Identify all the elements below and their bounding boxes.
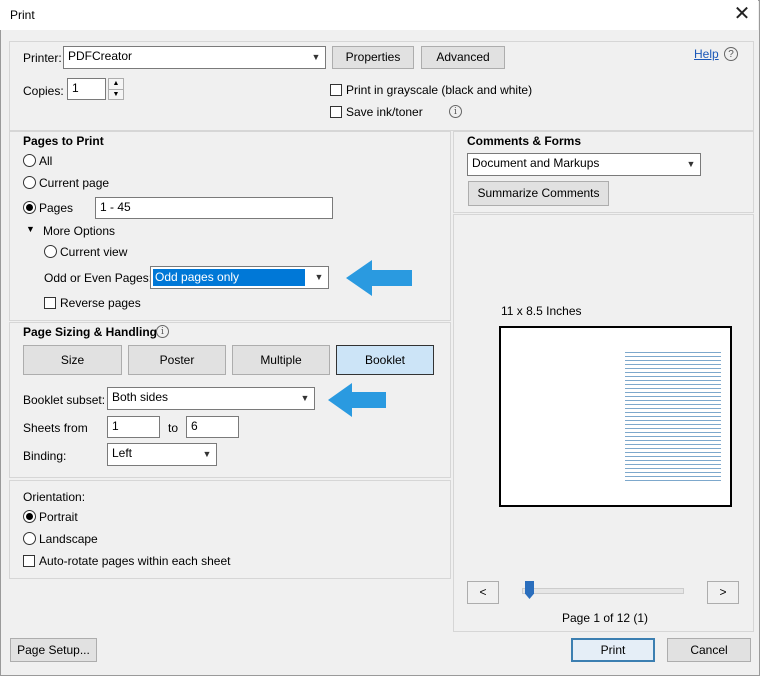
chevron-down-icon: ▼	[311, 52, 321, 62]
prev-page-button[interactable]: <	[467, 581, 499, 604]
pages-label: Pages	[39, 201, 74, 215]
print-button[interactable]: Print	[571, 638, 655, 662]
page-status: Page 1 of 12 (1)	[562, 611, 649, 625]
arrow-left-icon	[328, 383, 386, 417]
reverse-pages-label: Reverse pages	[60, 296, 141, 310]
reverse-pages-checkbox[interactable]	[44, 297, 56, 309]
more-options-label[interactable]: More Options	[43, 224, 115, 238]
arrow-left-icon	[346, 260, 412, 296]
advanced-button[interactable]: Advanced	[421, 46, 505, 69]
page-slider-track[interactable]	[522, 588, 684, 594]
autorotate-checkbox[interactable]	[23, 555, 35, 567]
sheets-to-input[interactable]: 6	[186, 416, 239, 438]
close-icon[interactable]: ✕	[730, 2, 754, 26]
help-icon[interactable]: ?	[724, 47, 738, 61]
binding-label: Binding:	[23, 449, 67, 463]
portrait-radio[interactable]	[23, 510, 36, 523]
all-radio[interactable]	[23, 154, 36, 167]
pages-range-input[interactable]: 1 - 45	[95, 197, 333, 219]
booklet-button[interactable]: Booklet	[336, 345, 434, 375]
copies-label: Copies:	[23, 84, 64, 98]
chevron-down-icon: ▼	[314, 272, 324, 282]
orientation-title: Orientation:	[23, 490, 86, 504]
booklet-subset-value: Both sides	[112, 390, 169, 404]
copies-stepper[interactable]: ▲ ▼	[108, 78, 124, 100]
odd-even-select[interactable]: Odd pages only ▼	[150, 266, 329, 289]
comments-forms-title: Comments & Forms	[467, 134, 582, 148]
save-ink-checkbox[interactable]	[330, 106, 342, 118]
size-button[interactable]: Size	[23, 345, 122, 375]
landscape-label: Landscape	[39, 532, 98, 546]
sheets-from-input[interactable]: 1	[107, 416, 160, 438]
binding-value: Left	[112, 446, 133, 460]
landscape-radio[interactable]	[23, 532, 36, 545]
chevron-down-icon: ▼	[202, 449, 212, 459]
page-setup-button[interactable]: Page Setup...	[10, 638, 97, 662]
expand-triangle-icon[interactable]: ▼	[26, 224, 35, 234]
pages-to-print-title: Pages to Print	[23, 134, 104, 148]
to-label: to	[168, 421, 179, 435]
info-icon[interactable]: i	[449, 105, 462, 118]
window-title: Print	[10, 8, 35, 22]
properties-button[interactable]: Properties	[332, 46, 414, 69]
chevron-down-icon: ▼	[686, 159, 696, 169]
title-bar: Print ✕	[0, 0, 758, 30]
grayscale-checkbox[interactable]	[330, 84, 342, 96]
comments-forms-select[interactable]: Document and Markups ▼	[467, 153, 701, 176]
summarize-comments-button[interactable]: Summarize Comments	[468, 181, 609, 206]
printer-label: Printer:	[23, 51, 62, 65]
comments-forms-value: Document and Markups	[472, 156, 600, 170]
save-ink-label: Save ink/toner	[346, 105, 423, 119]
binding-select[interactable]: Left ▼	[107, 443, 217, 466]
current-view-label: Current view	[60, 245, 128, 259]
current-page-radio[interactable]	[23, 176, 36, 189]
stepper-up-icon[interactable]: ▲	[109, 79, 123, 90]
grayscale-label: Print in grayscale (black and white)	[346, 83, 533, 97]
paper-size-label: 11 x 8.5 Inches	[501, 304, 582, 318]
booklet-subset-select[interactable]: Both sides ▼	[107, 387, 315, 410]
cancel-button[interactable]: Cancel	[667, 638, 751, 662]
booklet-subset-label: Booklet subset:	[23, 393, 106, 407]
sheets-from-label: Sheets from	[23, 421, 88, 435]
preview-content-block	[625, 352, 721, 482]
poster-button[interactable]: Poster	[128, 345, 226, 375]
current-view-radio[interactable]	[44, 245, 57, 258]
portrait-label: Portrait	[39, 510, 78, 524]
info-icon[interactable]: i	[156, 325, 169, 338]
chevron-down-icon: ▼	[300, 393, 310, 403]
pages-radio[interactable]	[23, 201, 36, 214]
page-sizing-title: Page Sizing & Handling	[23, 325, 158, 339]
copies-input[interactable]: 1	[67, 78, 106, 100]
help-link[interactable]: Help	[694, 47, 719, 61]
current-page-label: Current page	[39, 176, 110, 190]
odd-even-label: Odd or Even Pages:	[44, 271, 153, 285]
next-page-button[interactable]: >	[707, 581, 739, 604]
odd-even-value: Odd pages only	[153, 269, 305, 286]
page-preview	[499, 326, 732, 507]
printer-value: PDFCreator	[68, 49, 133, 63]
stepper-down-icon[interactable]: ▼	[109, 90, 123, 100]
autorotate-label: Auto-rotate pages within each sheet	[39, 554, 231, 568]
all-label: All	[39, 154, 53, 168]
multiple-button[interactable]: Multiple	[232, 345, 330, 375]
printer-select[interactable]: PDFCreator ▼	[63, 46, 326, 69]
